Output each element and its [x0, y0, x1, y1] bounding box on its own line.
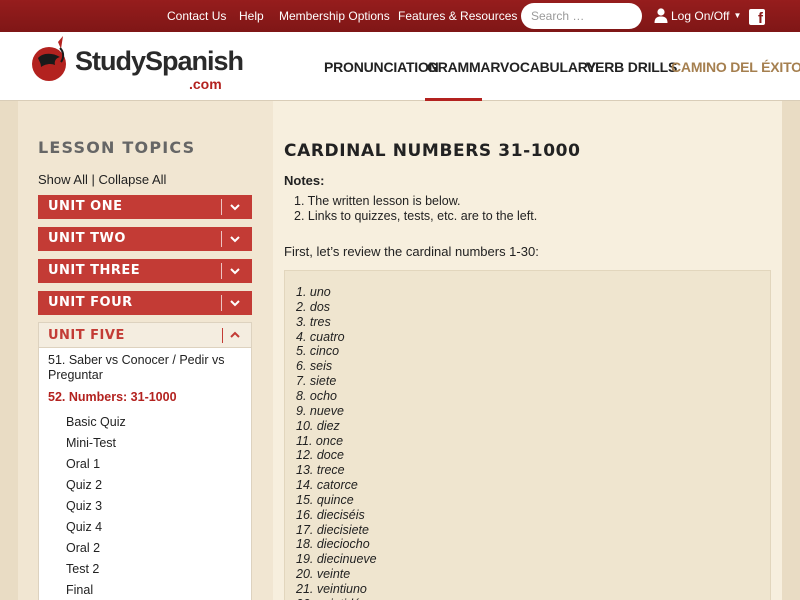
- quiz-2-link[interactable]: Quiz 2: [66, 478, 102, 492]
- logo-study: Study: [75, 46, 146, 76]
- number-item: 5. cinco: [296, 344, 340, 359]
- nav-verb-drills[interactable]: VERB DRILLS: [586, 59, 677, 75]
- lesson-topics-heading: LESSON TOPICS: [38, 138, 196, 157]
- nav-vocabulary[interactable]: VOCABULARY: [500, 59, 596, 75]
- number-item: 7. siete: [296, 374, 337, 389]
- show-all-link[interactable]: Show All: [38, 172, 88, 187]
- unit-three-toggle[interactable]: UNIT THREE: [38, 259, 252, 283]
- number-item: 18. dieciocho: [296, 537, 370, 552]
- lesson-link-52-active[interactable]: 52. Numbers: 31-1000: [48, 390, 244, 405]
- chevron-down-icon: [230, 268, 240, 275]
- unit-label: UNIT FOUR: [48, 295, 133, 310]
- basic-quiz-link[interactable]: Basic Quiz: [66, 415, 126, 429]
- nav-pronunciation[interactable]: PRONUNCIATION: [324, 59, 439, 75]
- features-resources-link[interactable]: Features & Resources: [398, 9, 517, 23]
- nav-grammar[interactable]: GRAMMAR: [427, 59, 500, 75]
- facebook-icon[interactable]: f: [749, 9, 765, 27]
- test-2-link[interactable]: Test 2: [66, 562, 99, 576]
- unit-one-toggle[interactable]: UNIT ONE: [38, 195, 252, 219]
- number-item: 2. dos: [296, 299, 331, 314]
- user-icon: [654, 8, 668, 23]
- site-header: StudySpanish .com PRONUNCIATION GRAMMAR …: [0, 32, 800, 101]
- search-input[interactable]: [521, 3, 642, 29]
- lesson-link-51[interactable]: 51. Saber vs Conocer / Pedir vs Pregunta…: [48, 353, 244, 383]
- divider: |: [91, 172, 95, 187]
- collapse-all-link[interactable]: Collapse All: [99, 172, 167, 187]
- intro-text: First, let’s review the cardinal numbers…: [284, 244, 539, 259]
- number-item: 20. veinte: [296, 567, 351, 582]
- divider: [221, 199, 222, 215]
- number-item: 4. cuatro: [296, 329, 345, 344]
- oral-1-link[interactable]: Oral 1: [66, 457, 100, 471]
- logo-wordmark[interactable]: StudySpanish: [75, 46, 244, 77]
- note-item: 1. The written lesson is below.: [294, 194, 461, 208]
- note-item: 2. Links to quizzes, tests, etc. are to …: [294, 209, 538, 223]
- chevron-down-icon: [230, 236, 240, 243]
- unit-five-panel: UNIT FIVE 51. Saber vs Conocer / Pedir v…: [38, 322, 252, 600]
- caret-down-icon: ▼: [733, 11, 742, 20]
- divider: [221, 295, 222, 311]
- number-item: 12. doce: [296, 448, 344, 463]
- bull-logo-icon[interactable]: [30, 36, 72, 84]
- number-item: 1. uno: [296, 285, 331, 299]
- number-item: 15. quince: [296, 492, 354, 507]
- quiz-4-link[interactable]: Quiz 4: [66, 520, 102, 534]
- search-box: [521, 3, 642, 29]
- unit-label: UNIT TWO: [48, 231, 126, 246]
- mini-test-link[interactable]: Mini-Test: [66, 436, 116, 450]
- quiz-3-link[interactable]: Quiz 3: [66, 499, 102, 513]
- divider: [221, 263, 222, 279]
- unit-label: UNIT FIVE: [48, 328, 125, 343]
- final-link[interactable]: Final: [66, 583, 93, 597]
- contact-us-link[interactable]: Contact Us: [167, 9, 226, 23]
- number-item: 21. veintiuno: [296, 582, 367, 596]
- number-item: 6. seis: [296, 359, 333, 374]
- page-title: CARDINAL NUMBERS 31-1000: [284, 141, 581, 161]
- divider: [222, 328, 223, 343]
- number-item: 9. nueve: [296, 403, 344, 418]
- lesson-content: CARDINAL NUMBERS 31-1000 Notes: 1. The w…: [273, 101, 782, 600]
- number-item: 17. diecisiete: [296, 522, 369, 537]
- membership-options-link[interactable]: Membership Options: [279, 9, 390, 23]
- nav-camino-del-exito[interactable]: CAMINO DEL ÉXITO: [671, 59, 800, 75]
- sidebar: LESSON TOPICS Show All | Collapse All UN…: [18, 101, 273, 600]
- chevron-down-icon: [230, 204, 240, 211]
- chevron-up-icon: [230, 331, 240, 338]
- notes-label: Notes:: [284, 173, 325, 188]
- oral-2-link[interactable]: Oral 2: [66, 541, 100, 555]
- show-collapse-controls: Show All | Collapse All: [38, 172, 166, 187]
- page-container: LESSON TOPICS Show All | Collapse All UN…: [18, 101, 782, 600]
- login-label: Log On/Off: [671, 8, 730, 23]
- number-item: 16. dieciséis: [296, 507, 365, 522]
- number-item: 11. once: [296, 433, 344, 448]
- help-link[interactable]: Help: [239, 9, 264, 23]
- unit-five-toggle[interactable]: UNIT FIVE: [39, 323, 251, 348]
- top-bar: Contact Us Help Membership Options Featu…: [0, 0, 800, 32]
- unit-label: UNIT ONE: [48, 199, 123, 214]
- number-item: 13. trece: [296, 463, 345, 478]
- number-item: 19. diecinueve: [296, 552, 377, 567]
- logo-com: .com: [189, 76, 222, 92]
- number-item: 8. ocho: [296, 388, 338, 403]
- login-menu[interactable]: Log On/Off ▼: [654, 8, 741, 23]
- number-item: 3. tres: [296, 314, 331, 329]
- chevron-down-icon: [230, 300, 240, 307]
- logo-spanish: Spanish: [145, 46, 244, 76]
- unit-four-toggle[interactable]: UNIT FOUR: [38, 291, 252, 315]
- numbers-list-box: 1. uno 2. dos 3. tres 4. cuatro 5. cinco 6. s…: [284, 270, 771, 600]
- unit-label: UNIT THREE: [48, 263, 141, 278]
- divider: [221, 231, 222, 247]
- number-item: 14. catorce: [296, 478, 358, 493]
- unit-two-toggle[interactable]: UNIT TWO: [38, 227, 252, 251]
- number-item: 10. diez: [296, 418, 340, 433]
